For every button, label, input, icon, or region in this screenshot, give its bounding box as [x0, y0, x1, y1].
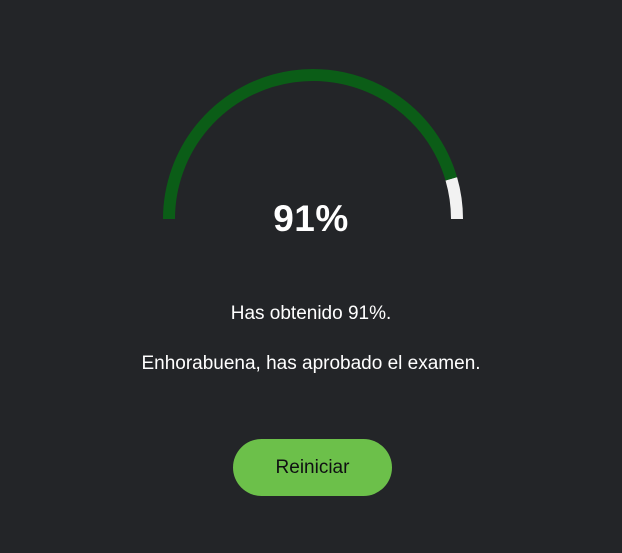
- quiz-result-screen: 91% Has obtenido 91%. Enhorabuena, has a…: [0, 0, 622, 553]
- restart-button[interactable]: Reiniciar: [233, 439, 392, 496]
- score-message: Has obtenido 91%.: [230, 303, 392, 324]
- pass-message: Enhorabuena, has aprobado el examen.: [141, 353, 481, 374]
- score-gauge: 91%: [0, 0, 622, 260]
- score-percentage: 91%: [273, 198, 349, 239]
